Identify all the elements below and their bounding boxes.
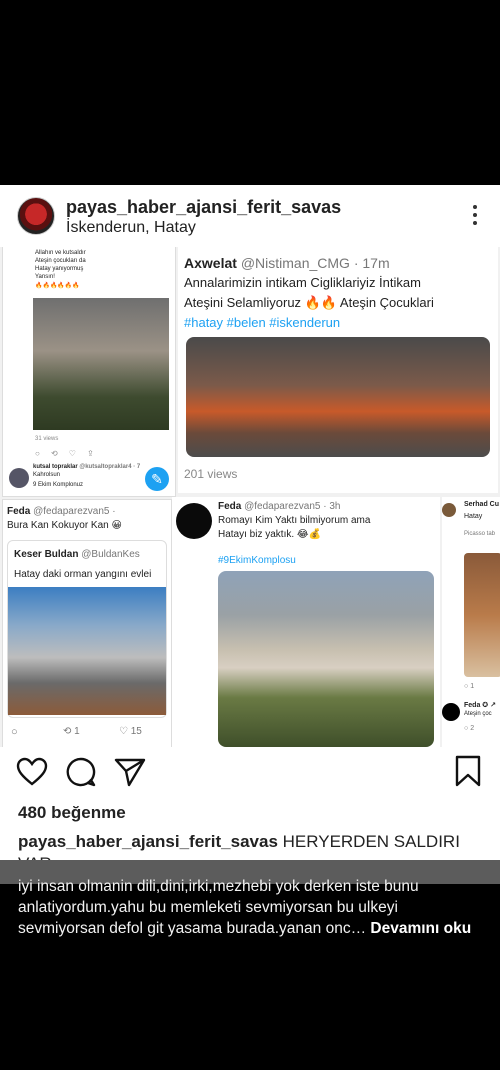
post-username[interactable]: payas_haber_ajansi_ferit_savas <box>66 197 341 218</box>
like-count: ♡ 15 <box>119 726 142 737</box>
reply-count: ○ 1 <box>464 683 475 690</box>
compose-tweet-icon: ✎ <box>145 467 169 491</box>
tweet-author: Feda ✪ ↗ <box>464 702 496 709</box>
heart-icon[interactable] <box>16 757 48 787</box>
views-count: 31 views <box>35 436 59 442</box>
tweet-text: Bura Kan Kokuyor Kan 😀 <box>7 520 122 531</box>
author-avatar <box>176 503 212 539</box>
post-location[interactable]: İskenderun, Hatay <box>66 219 196 237</box>
tweet-text: Annalarimizin intikam Cigliklariyiz İnti… <box>184 275 421 290</box>
comment-icon[interactable] <box>65 756 97 788</box>
tweet-text: Ateşini Selamliyoruz 🔥🔥 Ateşin Çocuklari <box>184 295 434 310</box>
hillside-fire-photo <box>218 571 434 747</box>
instagram-post: payas_haber_ajansi_ferit_savas İskenderu… <box>0 185 500 873</box>
caption-username[interactable]: payas_haber_ajansi_ferit_savas <box>18 832 278 851</box>
tweet-card-bottom-middle: Feda @fedaparezvan5 · 3h Romayı Kim Yakt… <box>172 497 440 747</box>
forest-fire-photo <box>8 587 166 715</box>
tweet-emoji-line: 🔥🔥🔥🔥🔥🔥 <box>35 283 80 289</box>
tweet-line: Yansın! <box>35 274 55 280</box>
tweet-hashtag[interactable]: #9EkimKomplosu <box>218 555 296 566</box>
tweet-card-bottom-left: Feda @fedaparezvan5 · Bura Kan Kokuyor K… <box>2 499 172 747</box>
tweet-line: Allahın ve kutsaldır <box>35 250 86 256</box>
retweet-count: ⟲ 1 <box>63 726 80 737</box>
tweet-text: Hatayı biz yaktık. 😂💰 <box>218 529 322 540</box>
reply-count: ○ 2 <box>464 725 475 732</box>
bookmark-icon[interactable] <box>454 755 482 787</box>
reposter-text: Kahrolsun <box>33 472 61 478</box>
tweet-text: Picasso tab <box>464 531 496 537</box>
reposter-text: 9 Ekim Komplonuz <box>33 482 84 488</box>
reposter-avatar <box>9 468 29 488</box>
tweet-line: Ateşin çocukları da <box>35 258 86 264</box>
author-avatar <box>442 503 456 517</box>
tweet-line: Hatay yanıyormuş <box>35 266 84 272</box>
tweet-text: Ateşin çoc <box>464 711 492 717</box>
tweet-card-top-right: Axwelat @Nistiman_CMG · 17m Annalarimizi… <box>178 247 498 493</box>
tweet-hashtags[interactable]: #hatay #belen #iskenderun <box>184 315 340 330</box>
tweet-card-top-left: Allahın ve kutsaldır Ateşin çocukları da… <box>2 247 176 497</box>
avatar[interactable] <box>17 197 55 235</box>
quoted-tweet: Keser Buldan @BuldanKes Hatay daki orman… <box>7 540 167 718</box>
views-count: 201 views <box>184 467 238 481</box>
tweet-author: Feda @fedaparezvan5 · <box>7 506 116 517</box>
reply-icon: ○ <box>11 726 18 738</box>
tweet-text: Romayı Kim Yaktı bilmiyorum ama <box>218 515 371 526</box>
burning-building-photo <box>186 337 490 457</box>
tweet-actions: ○ ⟲ ♡ ⇪ <box>35 449 94 458</box>
read-more-link[interactable]: Devamını oku <box>370 920 471 937</box>
quoted-author: Keser Buldan @BuldanKes <box>14 549 140 560</box>
like-count[interactable]: 480 beğenme <box>18 803 126 823</box>
post-actions <box>0 753 500 793</box>
post-image-collage[interactable]: Allahın ve kutsaldır Ateşin çocukları da… <box>0 247 500 747</box>
tweet-author: Serhad Cu <box>464 501 500 508</box>
caption-continued: iyi insan olmanin dili,dini,irki,mezhebi… <box>18 878 419 937</box>
reposter-name: kutsal topraklar @kutsaltopraklar4 · 7 <box>33 464 141 470</box>
post-header: payas_haber_ajansi_ferit_savas İskenderu… <box>0 185 500 247</box>
tweet-author: Feda @fedaparezvan5 · 3h <box>218 501 341 512</box>
tweet-author: Axwelat @Nistiman_CMG · 17m <box>184 255 390 271</box>
quoted-text: Hatay daki orman yangını evlei <box>14 569 152 580</box>
author-avatar <box>442 703 460 721</box>
expanded-caption: iyi insan olmanin dili,dini,irki,mezhebi… <box>18 876 488 939</box>
tweet-card-bottom-right: Serhad Cu Hatay Picasso tab ○ 1 Feda ✪ ↗… <box>442 497 500 747</box>
smoke-photo <box>33 298 169 430</box>
partial-photo <box>464 553 500 677</box>
share-icon[interactable] <box>114 757 146 787</box>
tweet-place: Hatay <box>464 513 483 520</box>
more-options-icon[interactable] <box>472 205 478 227</box>
